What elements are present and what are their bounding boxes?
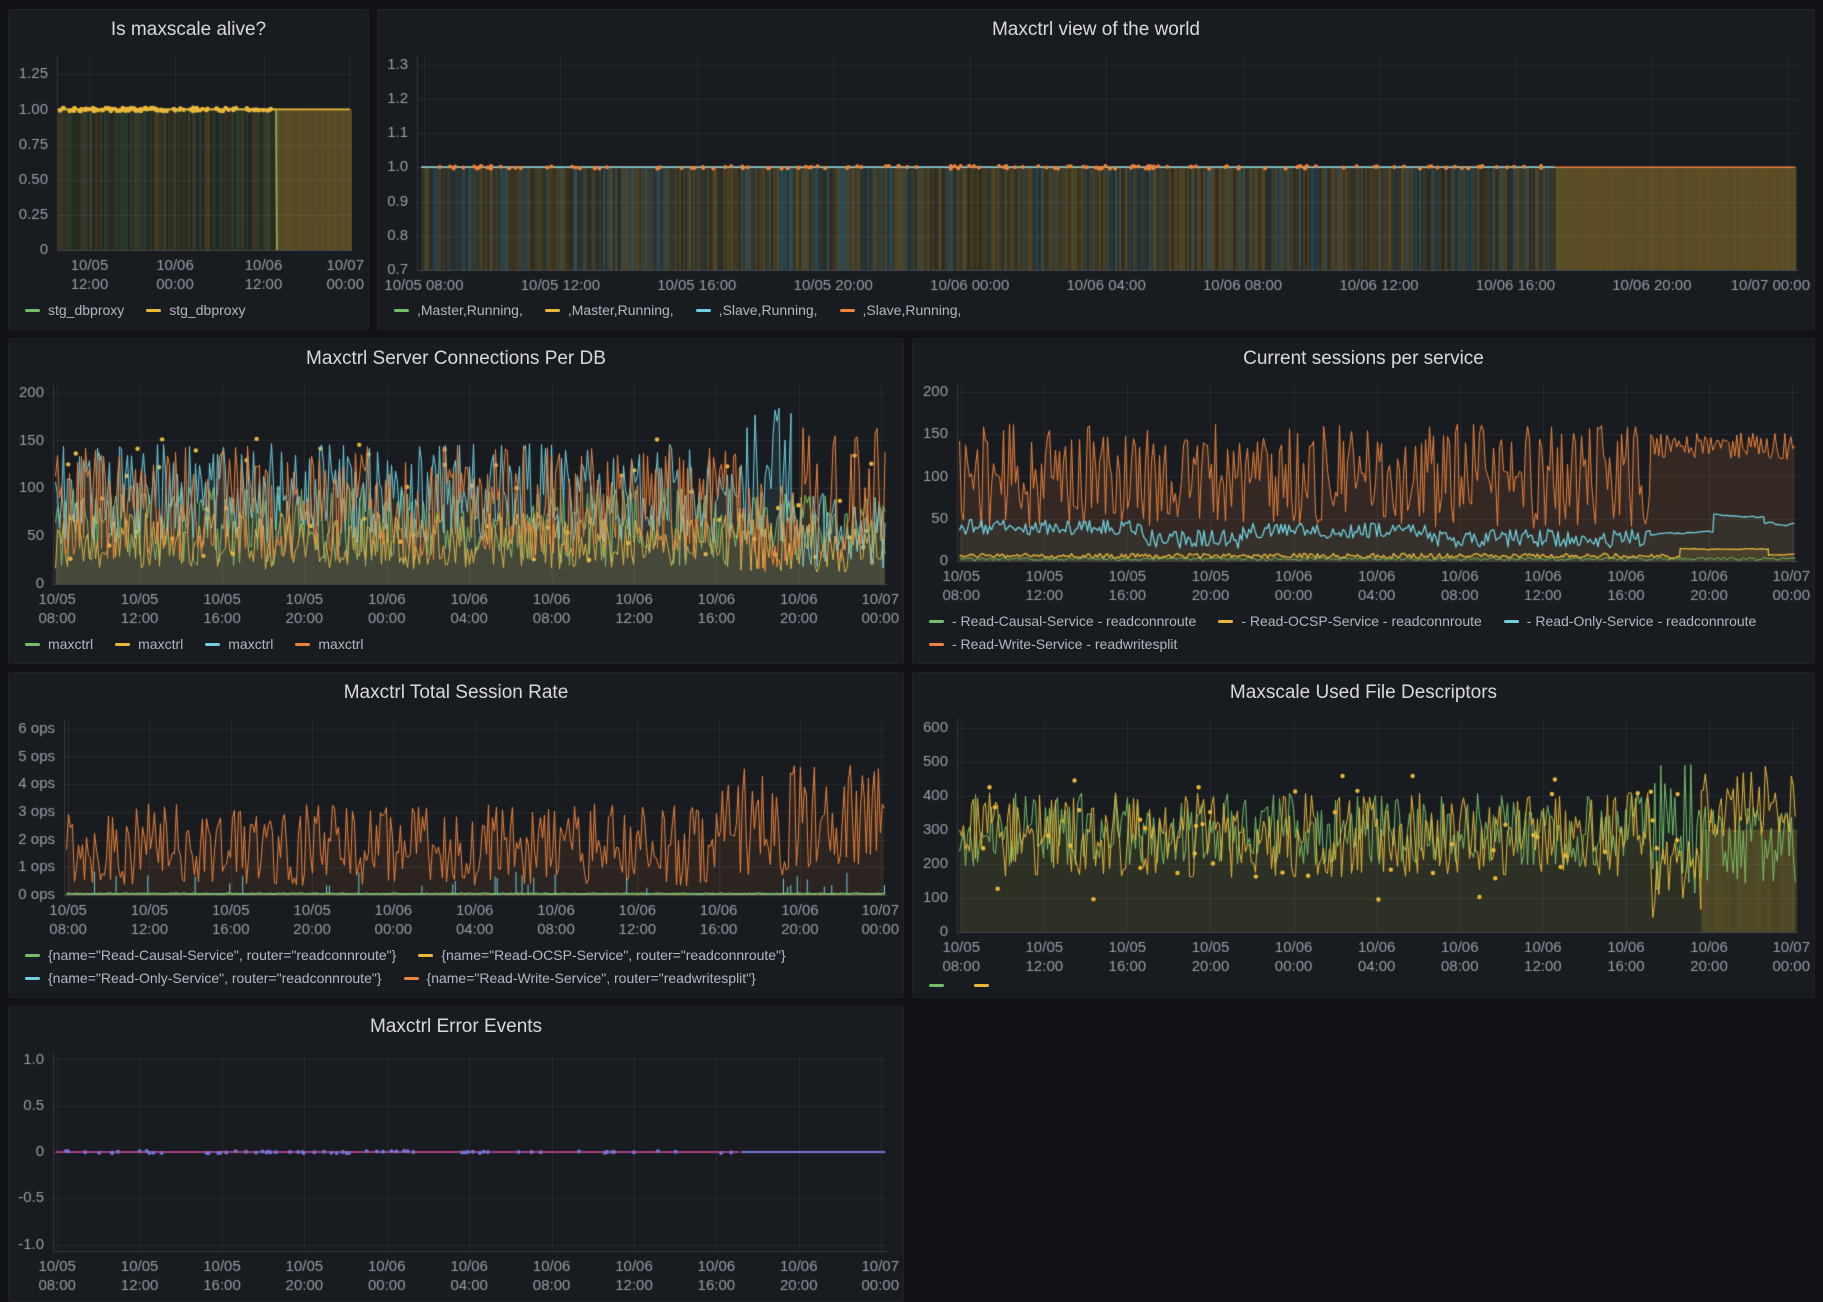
- legend: stg_dbproxy stg_dbproxy: [9, 300, 368, 329]
- legend-item[interactable]: ,Slave,Running,: [696, 302, 818, 319]
- legend-item[interactable]: [929, 984, 952, 987]
- legend-label: maxctrl: [318, 636, 363, 653]
- timeseries-chart-canvas[interactable]: [378, 44, 1814, 300]
- legend-item[interactable]: {name="Read-OCSP-Service", router="readc…: [418, 947, 785, 964]
- legend-label: ,Master,Running,: [417, 302, 523, 319]
- series-color-dash: [394, 309, 409, 312]
- timeseries-chart-canvas[interactable]: [9, 44, 368, 300]
- legend-item[interactable]: [974, 984, 997, 987]
- panel-maxctrl-total-session-rate: Maxctrl Total Session Rate {name="Read-C…: [8, 672, 904, 998]
- timeseries-chart-canvas[interactable]: [9, 1041, 903, 1301]
- legend-item[interactable]: maxctrl: [295, 636, 363, 653]
- legend-label: - Read-Only-Service - readconnroute: [1527, 613, 1757, 630]
- panel-title[interactable]: Maxctrl Error Events: [9, 1007, 903, 1041]
- grafana-dashboard: Is maxscale alive? stg_dbproxystg_dbprox…: [0, 0, 1823, 1302]
- legend: - Read-Causal-Service - readconnroute - R…: [913, 611, 1814, 663]
- panel-maxctrl-error-events: Maxctrl Error Events: [8, 1006, 904, 1302]
- panel-title[interactable]: Maxscale Used File Descriptors: [913, 673, 1814, 707]
- legend-item[interactable]: stg_dbproxy: [25, 302, 124, 319]
- timeseries-chart-canvas[interactable]: [913, 707, 1814, 982]
- series-color-dash: [25, 643, 40, 646]
- legend: {name="Read-Causal-Service", router="rea…: [9, 945, 903, 997]
- series-color-dash: [1218, 620, 1233, 623]
- legend: [913, 982, 1814, 997]
- legend-item[interactable]: maxctrl: [205, 636, 273, 653]
- legend-label: maxctrl: [228, 636, 273, 653]
- series-color-dash: [418, 954, 433, 957]
- legend-item[interactable]: {name="Read-Only-Service", router="readc…: [25, 970, 382, 987]
- panel-title[interactable]: Maxctrl Total Session Rate: [9, 673, 903, 707]
- timeseries-chart-canvas[interactable]: [9, 373, 903, 634]
- legend-label: stg_dbproxy: [169, 302, 245, 319]
- series-color-dash: [974, 984, 989, 987]
- panel-is-maxscale-alive: Is maxscale alive? stg_dbproxystg_dbprox…: [8, 9, 369, 330]
- series-color-dash: [25, 954, 40, 957]
- legend-item[interactable]: {name="Read-Causal-Service", router="rea…: [25, 947, 396, 964]
- legend-label: ,Master,Running,: [568, 302, 674, 319]
- series-color-dash: [840, 309, 855, 312]
- legend-label: ,Slave,Running,: [719, 302, 818, 319]
- legend-item[interactable]: maxctrl: [25, 636, 93, 653]
- legend-item[interactable]: - Read-Causal-Service - readconnroute: [929, 613, 1196, 630]
- panel-title[interactable]: Maxctrl Server Connections Per DB: [9, 339, 903, 373]
- panel-current-sessions-per-service: Current sessions per service - Read-Caus…: [912, 338, 1815, 664]
- legend-label: stg_dbproxy: [48, 302, 124, 319]
- legend-label: ,Slave,Running,: [863, 302, 962, 319]
- legend-label: {name="Read-Causal-Service", router="rea…: [48, 947, 396, 964]
- panel-title[interactable]: Current sessions per service: [913, 339, 1814, 373]
- legend-label: {name="Read-OCSP-Service", router="readc…: [441, 947, 785, 964]
- legend-label: - Read-Write-Service - readwritesplit: [952, 636, 1177, 653]
- series-color-dash: [929, 643, 944, 646]
- legend-label: {name="Read-Write-Service", router="read…: [427, 970, 756, 987]
- panel-maxctrl-server-connections-per-db: Maxctrl Server Connections Per DB maxctr…: [8, 338, 904, 664]
- series-color-dash: [295, 643, 310, 646]
- timeseries-chart-canvas[interactable]: [9, 707, 903, 945]
- legend-label: {name="Read-Only-Service", router="readc…: [48, 970, 382, 987]
- series-color-dash: [929, 620, 944, 623]
- legend-label: maxctrl: [48, 636, 93, 653]
- series-color-dash: [929, 984, 944, 987]
- legend-item[interactable]: - Read-Only-Service - readconnroute: [1504, 613, 1757, 630]
- legend-item[interactable]: - Read-Write-Service - readwritesplit: [929, 636, 1177, 653]
- panel-title[interactable]: Maxctrl view of the world: [378, 10, 1814, 44]
- series-color-dash: [696, 309, 711, 312]
- legend-label: maxctrl: [138, 636, 183, 653]
- legend-label: - Read-Causal-Service - readconnroute: [952, 613, 1196, 630]
- legend: ,Master,Running, ,Master,Running, ,Slave,R…: [378, 300, 1814, 329]
- legend-label: - Read-OCSP-Service - readconnroute: [1241, 613, 1481, 630]
- panel-maxscale-used-file-descriptors: Maxscale Used File Descriptors: [912, 672, 1815, 998]
- legend-item[interactable]: maxctrl: [115, 636, 183, 653]
- series-color-dash: [545, 309, 560, 312]
- series-color-dash: [25, 309, 40, 312]
- series-color-dash: [205, 643, 220, 646]
- series-color-dash: [404, 977, 419, 980]
- legend-item[interactable]: stg_dbproxy: [146, 302, 245, 319]
- series-color-dash: [25, 977, 40, 980]
- series-color-dash: [115, 643, 130, 646]
- series-color-dash: [1504, 620, 1519, 623]
- legend-item[interactable]: ,Master,Running,: [394, 302, 523, 319]
- panel-maxctrl-view-of-the-world: Maxctrl view of the world ,Master,Runnin…: [377, 9, 1815, 330]
- legend: maxctrl maxctrl maxctrl maxctrl: [9, 634, 903, 663]
- timeseries-chart-canvas[interactable]: [913, 373, 1814, 611]
- legend-item[interactable]: ,Master,Running,: [545, 302, 674, 319]
- legend-item[interactable]: {name="Read-Write-Service", router="read…: [404, 970, 756, 987]
- legend-item[interactable]: - Read-OCSP-Service - readconnroute: [1218, 613, 1481, 630]
- series-color-dash: [146, 309, 161, 312]
- panel-title[interactable]: Is maxscale alive?: [9, 10, 368, 44]
- legend-item[interactable]: ,Slave,Running,: [840, 302, 962, 319]
